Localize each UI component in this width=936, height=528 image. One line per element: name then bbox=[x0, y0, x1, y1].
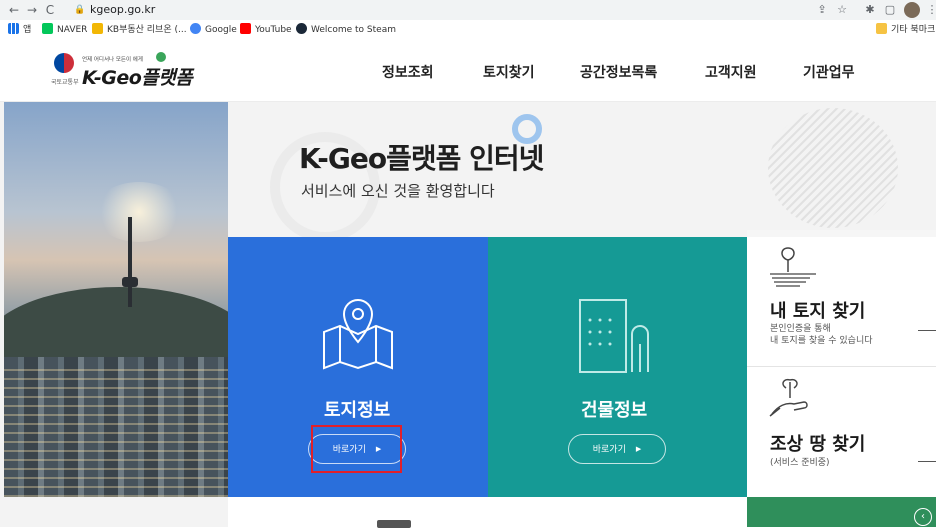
seoul-tower-photo bbox=[4, 102, 228, 497]
sprout-field-icon bbox=[770, 247, 816, 287]
star-icon[interactable]: ☆ bbox=[834, 2, 850, 18]
my-land-title: 내 토지 찾기 bbox=[770, 301, 866, 322]
building-icon bbox=[579, 299, 649, 373]
logo-tagline: 언제 어디서나 모든이 에게 bbox=[82, 57, 143, 63]
site-header: 국토교통부 언제 어디서나 모든이 에게 K-Geo플랫폼 bbox=[0, 40, 936, 102]
steam-icon bbox=[296, 23, 307, 34]
building-go-button[interactable]: 바로가기 ▶ bbox=[568, 434, 666, 464]
nav-land-search[interactable]: 토지찾기 bbox=[483, 62, 535, 82]
photo-city-lights bbox=[4, 367, 228, 497]
address-row: ← → C 🔒 kgeop.go.kr ⇪ ☆ ✱ ▢ ⋮ bbox=[0, 0, 936, 20]
share-icon[interactable]: ⇪ bbox=[814, 2, 830, 18]
ancestor-land-dash bbox=[918, 461, 936, 462]
sidebar-icon[interactable]: ▢ bbox=[882, 2, 898, 18]
bookmark-label: YouTube bbox=[255, 25, 292, 35]
my-land-desc-2: 내 토지를 찾을 수 있습니다 bbox=[770, 336, 873, 346]
url-text[interactable]: kgeop.go.kr bbox=[90, 3, 155, 17]
decorative-hatch bbox=[768, 108, 898, 228]
my-land-dash bbox=[918, 330, 936, 331]
nav-agency-work[interactable]: 기관업무 bbox=[803, 62, 855, 82]
bookmark-naver[interactable]: NAVER bbox=[42, 23, 87, 37]
lock-icon[interactable]: 🔒 bbox=[74, 4, 85, 16]
bottom-banner[interactable] bbox=[747, 497, 936, 527]
bookmark-label: NAVER bbox=[57, 25, 88, 35]
logo-ministry: 국토교통부 bbox=[51, 79, 79, 86]
kb-icon bbox=[92, 23, 103, 34]
reload-icon[interactable]: C bbox=[42, 2, 58, 18]
forward-icon[interactable]: → bbox=[24, 2, 40, 18]
ancestor-land-desc: (서비스 준비중) bbox=[770, 458, 830, 468]
bookmark-apps-label: 앱 bbox=[23, 25, 32, 35]
hero-title: K-Geo플랫폼 인터넷 bbox=[299, 142, 544, 175]
ancestor-land-title: 조상 땅 찾기 bbox=[770, 434, 866, 455]
google-icon bbox=[190, 23, 201, 34]
bookmark-label: Google bbox=[205, 25, 237, 35]
apps-grid-icon bbox=[8, 23, 19, 34]
government-emblem-icon[interactable] bbox=[54, 53, 74, 73]
bookmarks-bar: 앱 NAVER KB부동산 리브온 (... Google YouTube We… bbox=[0, 20, 936, 40]
building-info-title: 건물정보 bbox=[581, 400, 648, 421]
menu-icon[interactable]: ⋮ bbox=[924, 2, 936, 18]
land-info-title: 토지정보 bbox=[324, 400, 391, 421]
notice-strip bbox=[228, 497, 747, 527]
bookmark-apps[interactable]: 앱 bbox=[8, 23, 31, 37]
bookmark-youtube[interactable]: YouTube bbox=[240, 23, 292, 37]
hero-subtitle: 서비스에 오신 것을 환영합니다 bbox=[301, 182, 495, 200]
folder-icon bbox=[876, 23, 887, 34]
building-go-label: 바로가기 bbox=[592, 445, 626, 455]
bookmark-steam[interactable]: Welcome to Steam bbox=[296, 23, 396, 37]
address-bar[interactable] bbox=[68, 2, 868, 18]
highlight-box bbox=[311, 425, 402, 473]
profile-avatar[interactable] bbox=[904, 2, 920, 18]
nav-customer-support[interactable]: 고객지원 bbox=[705, 62, 757, 82]
chevron-left-icon[interactable]: ‹ bbox=[914, 508, 932, 526]
bookmark-google[interactable]: Google bbox=[190, 23, 237, 37]
bookmark-label: 기타 북마크 bbox=[891, 25, 936, 35]
bookmark-other[interactable]: 기타 북마크 bbox=[876, 23, 935, 37]
back-icon[interactable]: ← bbox=[6, 2, 22, 18]
tower-head bbox=[122, 277, 138, 287]
naver-icon bbox=[42, 23, 53, 34]
extension-icon[interactable]: ✱ bbox=[862, 2, 878, 18]
nav-info-lookup[interactable]: 정보조회 bbox=[382, 62, 434, 82]
bookmark-label: KB부동산 리브온 (... bbox=[107, 25, 187, 35]
photo-glow bbox=[94, 182, 184, 242]
tower-icon bbox=[128, 217, 132, 307]
browser-chrome: ← → C 🔒 kgeop.go.kr ⇪ ☆ ✱ ▢ ⋮ 앱 NAVER KB… bbox=[0, 0, 936, 40]
site-logo[interactable]: K-Geo플랫폼 bbox=[82, 63, 193, 90]
youtube-icon bbox=[240, 23, 251, 34]
leaf-icon bbox=[156, 52, 166, 62]
bookmark-label: Welcome to Steam bbox=[311, 25, 396, 35]
my-land-desc-1: 본인인증을 통해 bbox=[770, 324, 831, 334]
bookmark-kb[interactable]: KB부동산 리브온 (... bbox=[92, 23, 187, 37]
play-arrow-icon: ▶ bbox=[635, 445, 642, 453]
decorative-ring bbox=[512, 114, 542, 144]
nav-spatial-catalog[interactable]: 공간정보목록 bbox=[580, 62, 657, 82]
hand-sprout-icon bbox=[769, 378, 808, 417]
map-pin-icon bbox=[323, 298, 393, 370]
